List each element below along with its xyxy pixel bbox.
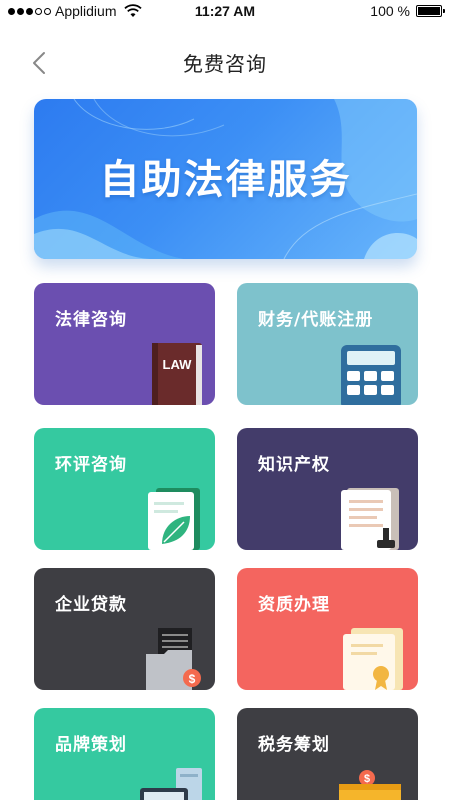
computer-icon [140, 768, 202, 800]
dollar-sign-text: $ [189, 672, 196, 686]
folder-money-icon: $ [146, 628, 201, 690]
service-card-tax-planning[interactable]: 税务筹划 $ [237, 708, 418, 800]
nav-bar: 免费咨询 [0, 40, 450, 84]
leaf-document-icon [148, 488, 200, 550]
self-service-banner[interactable]: 自助法律服务 [34, 99, 417, 259]
service-card-brand-planning[interactable]: 品牌策划 [34, 708, 215, 800]
certificate-icon [343, 628, 403, 690]
service-card-label: 知识产权 [258, 455, 330, 475]
service-card-business-loan[interactable]: 企业贷款 $ [34, 568, 215, 690]
service-card-qualification-processing[interactable]: 资质办理 [237, 568, 418, 690]
calculator-icon [341, 345, 401, 405]
battery-percent: 100 % [370, 3, 410, 19]
stamped-document-icon [341, 488, 399, 550]
battery-info: 100 % [370, 3, 445, 19]
law-book-text: LAW [163, 357, 193, 372]
service-card-label: 财务/代账注册 [258, 310, 374, 330]
law-book-icon: LAW [152, 343, 202, 405]
service-card-label: 品牌策划 [55, 735, 127, 755]
page-title: 免费咨询 [183, 52, 267, 76]
service-card-label: 税务筹划 [258, 735, 330, 755]
status-bar: Applidium 11:27 AM 100 % [0, 0, 450, 24]
dollar-sign-text: $ [364, 773, 370, 785]
service-card-environmental-consultation[interactable]: 环评咨询 [34, 428, 215, 550]
wallet-money-icon: $ [339, 770, 401, 800]
service-card-legal-consultation[interactable]: 法律咨询 LAW [34, 283, 215, 405]
banner-title: 自助法律服务 [99, 157, 352, 203]
service-card-label: 资质办理 [258, 595, 330, 615]
service-card-label: 企业贷款 [55, 595, 127, 615]
service-card-label: 法律咨询 [55, 310, 127, 330]
service-card-finance-registration[interactable]: 财务/代账注册 [237, 283, 418, 405]
battery-icon [416, 5, 445, 17]
service-card-intellectual-property[interactable]: 知识产权 [237, 428, 418, 550]
service-card-label: 环评咨询 [55, 455, 127, 475]
